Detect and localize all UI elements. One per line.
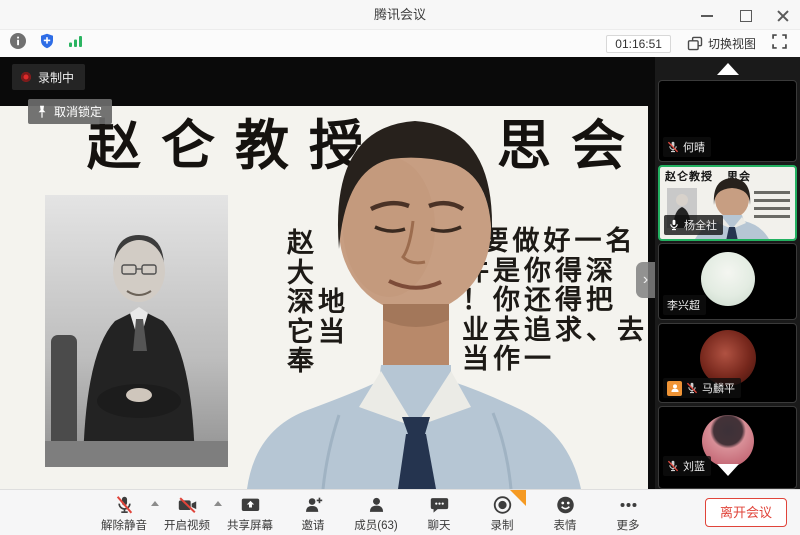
participant-name: 马麟平 (702, 380, 735, 396)
maximize-button[interactable] (738, 8, 752, 22)
unpin-label: 取消锁定 (54, 103, 102, 120)
share-screen-icon (239, 494, 262, 516)
record-icon (491, 494, 514, 516)
leave-meeting-button[interactable]: 离开会议 (705, 498, 787, 527)
titlebar: 腾讯会议 (0, 0, 800, 30)
scroll-up-arrow[interactable] (717, 63, 739, 75)
participant-name: 杨全社 (684, 217, 717, 233)
chevron-right-icon: › (643, 271, 648, 289)
participant-tile[interactable]: 李兴超 (658, 243, 797, 320)
bottom-toolbar: 解除静音 开启视频 共享屏幕 邀请 (0, 489, 800, 535)
minimize-button[interactable] (700, 8, 714, 22)
memorial-portrait-photo (45, 195, 228, 467)
mic-options-caret[interactable] (151, 501, 159, 506)
share-screen-button[interactable]: 共享屏幕 (226, 494, 274, 533)
mic-on-icon (668, 219, 680, 231)
scroll-down-arrow[interactable] (717, 464, 739, 476)
participant-name: 刘蓝 (683, 458, 705, 474)
more-button[interactable]: 更多 (604, 494, 652, 533)
meeting-window: 腾讯会议 01:16:51 切换视图 (0, 0, 800, 535)
record-button[interactable]: 录制 (478, 494, 526, 533)
unmute-button[interactable]: 解除静音 (100, 494, 148, 533)
members-button[interactable]: 成员(63) (352, 494, 400, 533)
close-button[interactable] (776, 8, 790, 22)
participant-tile[interactable]: 马麟平 (658, 323, 797, 403)
switch-view-icon (687, 36, 703, 51)
statusbar-right: 01:16:51 切换视图 (606, 30, 787, 57)
start-video-button[interactable]: 开启视频 (163, 494, 211, 533)
video-options-caret[interactable] (214, 501, 222, 506)
reactions-button[interactable]: 表情 (541, 494, 589, 533)
recording-dot-icon (21, 72, 31, 82)
promo-ribbon-icon (510, 490, 526, 506)
switch-view-label: 切换视图 (708, 35, 756, 52)
switch-view-button[interactable]: 切换视图 (687, 35, 756, 52)
invite-person-icon (302, 494, 325, 516)
window-title: 腾讯会议 (0, 0, 800, 30)
meeting-info-icon[interactable] (10, 33, 26, 54)
mic-muted-icon (667, 460, 679, 472)
more-dots-icon (617, 494, 640, 516)
pin-icon (36, 105, 48, 119)
host-badge-icon (667, 381, 682, 396)
network-signal-icon[interactable] (68, 35, 83, 53)
unpin-button[interactable]: 取消锁定 (28, 99, 112, 124)
mic-muted-icon (686, 382, 698, 394)
sidebar-expand-chevron[interactable]: › (636, 262, 655, 298)
camera-off-icon (176, 494, 199, 516)
recording-label: 录制中 (38, 69, 74, 86)
window-controls (700, 0, 790, 30)
smiley-icon (554, 494, 577, 516)
main-speaker-video[interactable]: 赵仑教授思会 赵 大 深地 它当 奉 “要做好一名 件是你得深 ！你还得把 业去… (0, 57, 655, 489)
meeting-timer: 01:16:51 (606, 35, 671, 53)
participant-tile-active-speaker[interactable]: 赵仑教授思会 杨全社 (658, 165, 797, 241)
participant-name: 何晴 (683, 139, 705, 155)
mic-muted-icon (667, 141, 679, 153)
security-shield-icon[interactable] (39, 33, 55, 54)
fullscreen-icon[interactable] (772, 34, 787, 54)
participant-tile[interactable]: 刘蓝 (658, 406, 797, 489)
statusbar: 01:16:51 切换视图 (0, 30, 800, 57)
invite-button[interactable]: 邀请 (289, 494, 337, 533)
participant-tile[interactable]: 何晴 (658, 80, 797, 162)
participant-name: 李兴超 (667, 297, 700, 313)
speaker-person (243, 109, 588, 489)
recording-badge: 录制中 (12, 64, 85, 90)
main-area: 赵仑教授思会 赵 大 深地 它当 奉 “要做好一名 件是你得深 ！你还得把 业去… (0, 57, 800, 489)
mic-muted-icon (113, 494, 136, 516)
participant-avatar (701, 252, 755, 306)
participant-sidebar: 何晴 赵仑教授思会 (655, 57, 800, 489)
chat-button[interactable]: 聊天 (415, 494, 463, 533)
chat-bubble-icon (428, 494, 451, 516)
members-icon (365, 494, 388, 516)
statusbar-left (10, 30, 83, 57)
